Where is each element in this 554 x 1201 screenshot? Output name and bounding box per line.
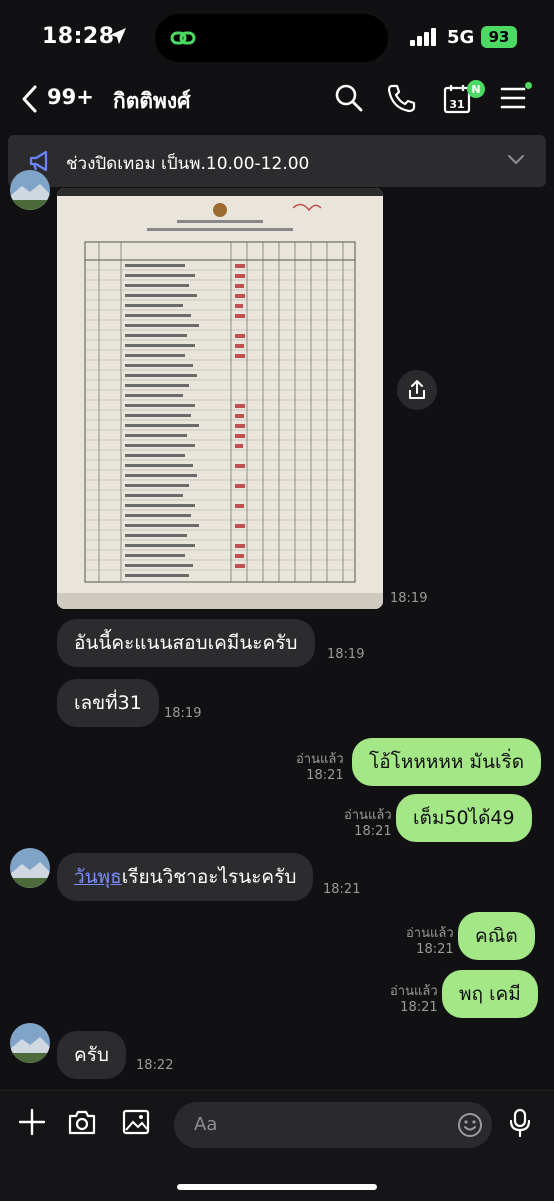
message-text: ครับ [74,1044,109,1066]
message-link[interactable]: วันพุธ [74,862,122,892]
read-receipt: อ่านแล้ว 18:21 [406,926,454,958]
read-label: อ่านแล้ว [390,984,438,999]
dynamic-island [155,14,388,62]
status-bar: 18:28 5G 93 [0,0,554,75]
announcement-text: ช่วงปิดเทอม เป็นพ.10.00-12.00 [66,154,310,174]
message-time: 18:21 [416,942,454,957]
back-chevron-icon[interactable] [20,84,40,114]
battery: 93 [481,26,517,48]
outgoing-message: พฤ เคมี [442,970,538,1018]
message-input[interactable]: Aa [174,1102,492,1148]
message-time: 18:22 [136,1058,174,1073]
camera-icon[interactable] [67,1108,97,1136]
avatar-image [10,1023,50,1063]
search-icon[interactable] [334,83,364,113]
message-text: เต็ม50ได้49 [413,807,515,829]
share-button[interactable] [397,370,437,410]
network-type: 5G [447,27,475,48]
avatar[interactable] [10,170,50,210]
message-text: โอ้โหหหหห มันเริ่ด [369,751,525,773]
clock: 18:28 [42,24,115,49]
read-receipt: อ่านแล้ว 18:21 [344,808,392,840]
incoming-message: วันพุธ เรียนวิชาอะไรนะครับ [57,853,314,901]
chat-title: กิตติพงศ์ [113,89,191,113]
message-time: 18:19 [164,706,202,721]
outgoing-message: คณิต [458,912,535,960]
location-arrow-icon [110,28,126,44]
link-icon [170,31,196,45]
avatar[interactable] [10,848,50,888]
microphone-icon[interactable] [508,1108,532,1138]
message-text: พฤ เคมี [459,983,521,1005]
message-time: 18:19 [390,591,428,606]
message-text: อันนี้คะแนนสอบเคมีนะครับ [74,632,298,654]
menu-icon[interactable] [500,83,526,113]
incoming-message: อันนี้คะแนนสอบเคมีนะครับ [57,619,315,667]
read-receipt: อ่านแล้ว 18:21 [296,752,344,784]
message-text: คณิต [475,925,518,947]
calendar-day: 31 [449,98,464,111]
image-icon[interactable] [122,1108,150,1136]
message-time: 18:21 [400,1000,438,1015]
announcement-bar[interactable]: ช่วงปิดเทอม เป็นพ.10.00-12.00 [8,135,546,187]
plus-icon[interactable] [18,1108,46,1136]
message-time: 18:19 [327,647,365,662]
share-icon [409,380,425,399]
read-label: อ่านแล้ว [296,752,344,767]
message-time: 18:21 [354,824,392,839]
avatar-image [10,170,50,210]
back-unread-count[interactable]: 99+ [47,85,94,109]
read-label: อ่านแล้ว [406,926,454,941]
home-indicator [177,1184,377,1190]
outgoing-message: โอ้โหหหหห มันเริ่ด [352,738,542,786]
calendar-badge: N [467,80,485,98]
incoming-message: เลขที่31 [57,679,159,727]
avatar[interactable] [10,1023,50,1063]
outgoing-message: เต็ม50ได้49 [396,794,532,842]
message-time: 18:21 [323,882,361,897]
message-text: เรียนวิชาอะไรนะครับ [121,866,297,888]
emoji-icon[interactable] [456,1111,484,1139]
read-receipt: อ่านแล้ว 18:21 [390,984,438,1016]
message-text: เลขที่31 [74,692,142,714]
avatar-image [10,848,50,888]
score-sheet-photo [57,188,383,609]
chevron-down-icon[interactable] [506,153,526,167]
image-message[interactable] [57,188,383,609]
input-placeholder: Aa [194,1114,218,1135]
incoming-message: ครับ [57,1031,126,1079]
read-label: อ่านแล้ว [344,808,392,823]
message-composer: Aa [0,1090,554,1201]
signal-icon [410,28,436,46]
menu-notification-dot [525,82,532,89]
phone-icon[interactable] [386,83,416,113]
message-time: 18:21 [306,768,344,783]
battery-level: 93 [488,28,510,46]
